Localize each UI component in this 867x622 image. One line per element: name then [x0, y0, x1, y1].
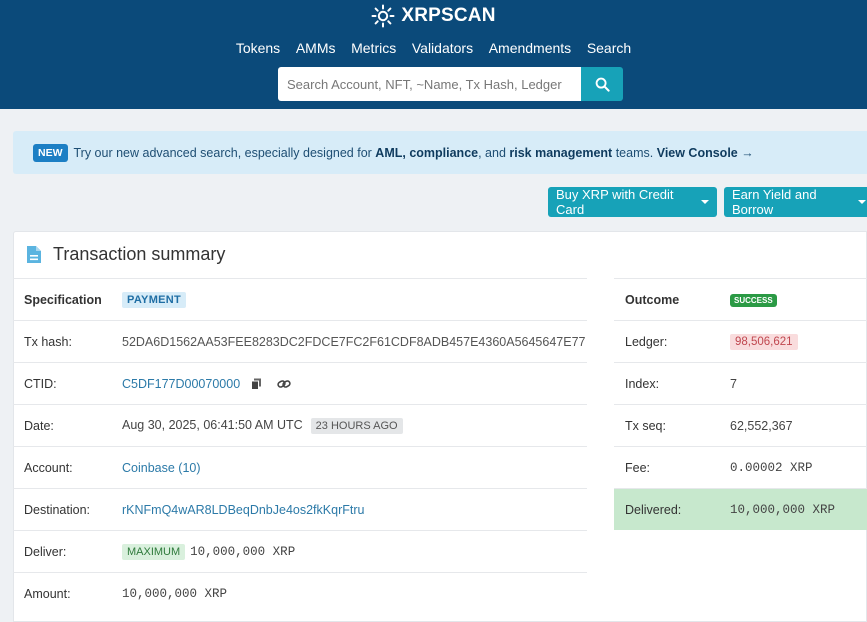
deliver-row: Deliver: MAXIMUM 10,000,000 XRP — [13, 530, 587, 572]
specification-row: Specification PAYMENT — [13, 278, 587, 320]
amount-value: 10,000,000 XRP — [122, 586, 228, 601]
banner-text-1: Try our new advanced search, especially … — [73, 145, 372, 160]
date-row: Date: Aug 30, 2025, 06:41:50 AM UTC 23 HO… — [13, 404, 587, 446]
arrow-right-icon: → — [741, 145, 754, 160]
account-label: Account: — [24, 460, 73, 475]
specification-label: Specification — [24, 292, 102, 307]
copy-icon[interactable] — [250, 378, 262, 391]
banner-bold-2: risk management — [509, 145, 613, 160]
nav-amendments[interactable]: Amendments — [489, 40, 571, 56]
site-header: XRPSCAN Tokens AMMs Metrics Validators A… — [0, 0, 867, 109]
tx-hash-value[interactable]: 52DA6D1562AA53FEE8283DC2FDCE7FC2F61CDF8A… — [122, 335, 587, 349]
account-link[interactable]: Coinbase (10) — [122, 461, 201, 475]
nav-search[interactable]: Search — [587, 40, 631, 56]
deliver-value: MAXIMUM 10,000,000 XRP — [122, 543, 296, 560]
tx-seq-label: Tx seq: — [625, 418, 666, 433]
tx-hash-label: Tx hash: — [24, 334, 72, 349]
date-label: Date: — [24, 418, 54, 433]
announcement-banner: NEW Try our new advanced search, especia… — [13, 131, 867, 174]
ctid-link[interactable]: C5DF177D00070000 — [122, 377, 240, 391]
tx-seq-value: 62,552,367 — [730, 418, 793, 433]
search-button[interactable] — [581, 67, 623, 101]
nav-amms[interactable]: AMMs — [296, 40, 336, 56]
earn-yield-button[interactable]: Earn Yield and Borrow — [724, 187, 867, 217]
nav-metrics[interactable]: Metrics — [351, 40, 396, 56]
outcome-row: Outcome SUCCESS — [614, 278, 867, 320]
fee-value: 0.00002 XRP — [730, 460, 813, 475]
caret-down-icon — [701, 200, 709, 204]
ledger-label: Ledger: — [625, 334, 668, 349]
index-label: Index: — [625, 376, 660, 391]
ctid-value: C5DF177D00070000 — [122, 377, 291, 391]
amount-label: Amount: — [24, 586, 71, 601]
earn-yield-label: Earn Yield and Borrow — [732, 187, 817, 217]
ledger-value: 98,506,621 — [730, 333, 798, 350]
ctid-row: CTID: C5DF177D00070000 — [13, 362, 587, 404]
banner-text-3: teams. — [615, 145, 654, 160]
success-badge: SUCCESS — [730, 294, 777, 307]
delivered-value: 10,000,000 XRP — [730, 502, 836, 517]
deliver-amount: 10,000,000 XRP — [190, 544, 296, 559]
outcome-value: SUCCESS — [730, 292, 777, 307]
fee-row: Fee: 0.00002 XRP — [614, 446, 867, 488]
date-value: Aug 30, 2025, 06:41:50 AM UTC 23 HOURS AG… — [122, 417, 403, 434]
card-title: Transaction summary — [53, 244, 226, 264]
index-row: Index: 7 — [614, 362, 867, 404]
main-nav: Tokens AMMs Metrics Validators Amendment… — [0, 40, 867, 56]
payment-badge: PAYMENT — [122, 291, 187, 308]
buy-xrp-label: Buy XRP with Credit Card — [556, 187, 674, 217]
relative-time-badge: 23 HOURS AGO — [310, 417, 403, 434]
banner-text-2: , and — [478, 145, 506, 160]
search-bar — [278, 67, 623, 101]
caret-down-icon — [858, 200, 866, 204]
deliver-label: Deliver: — [24, 544, 67, 559]
ctid-label: CTID: — [24, 376, 57, 391]
date-text: Aug 30, 2025, 06:41:50 AM UTC — [122, 417, 303, 432]
specification-value: PAYMENT — [122, 291, 187, 308]
search-input[interactable] — [278, 67, 581, 101]
destination-link[interactable]: rKNFmQ4wAR8LDBeqDnbJe4os2fkKqrFtru — [122, 503, 364, 517]
card-header: Transaction summary — [26, 244, 225, 265]
account-row: Account: Coinbase (10) — [13, 446, 587, 488]
new-badge: NEW — [33, 143, 68, 162]
tx-hash-row: Tx hash: 52DA6D1562AA53FEE8283DC2FDCE7FC… — [13, 320, 587, 362]
delivered-row: Delivered: 10,000,000 XRP — [614, 488, 867, 530]
fee-label: Fee: — [625, 460, 651, 475]
destination-row: Destination: rKNFmQ4wAR8LDBeqDnbJe4os2fk… — [13, 488, 587, 530]
search-icon — [595, 77, 610, 92]
outcome-label: Outcome — [625, 292, 680, 307]
nav-validators[interactable]: Validators — [412, 40, 473, 56]
maximum-badge: MAXIMUM — [122, 543, 186, 560]
delivered-label: Delivered: — [625, 502, 682, 517]
view-console-link[interactable]: View Console — [657, 146, 738, 160]
ledger-row: Ledger: 98,506,621 — [614, 320, 867, 362]
destination-label: Destination: — [24, 502, 91, 517]
brand-name: XRPSCAN — [401, 5, 496, 26]
amount-row: Amount: 10,000,000 XRP — [13, 572, 587, 614]
index-value: 7 — [730, 376, 737, 391]
brand-logo[interactable]: XRPSCAN — [0, 4, 867, 28]
link-icon[interactable] — [277, 379, 291, 389]
document-icon — [27, 246, 41, 263]
tx-seq-row: Tx seq: 62,552,367 — [614, 404, 867, 446]
banner-bold-1: AML, compliance — [375, 145, 479, 160]
nav-tokens[interactable]: Tokens — [236, 40, 280, 56]
sun-icon — [371, 4, 395, 28]
ledger-badge[interactable]: 98,506,621 — [730, 333, 798, 350]
buy-xrp-button[interactable]: Buy XRP with Credit Card — [548, 187, 717, 217]
